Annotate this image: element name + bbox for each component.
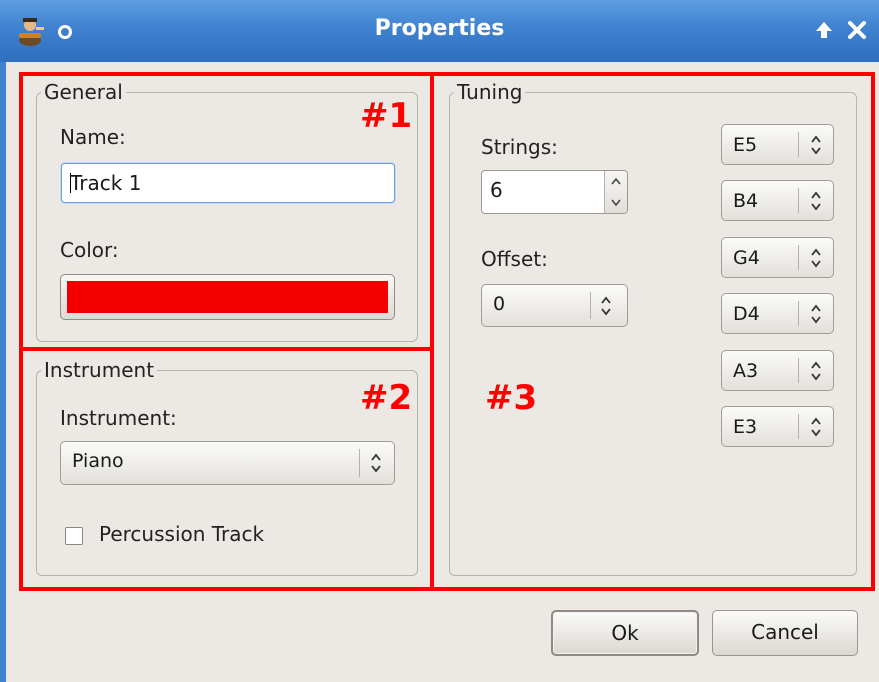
up-arrow-icon[interactable] <box>815 20 833 40</box>
annotation-box-3 <box>430 72 875 591</box>
window-border <box>0 62 6 682</box>
window-title: Properties <box>374 16 505 41</box>
title-bar: Properties <box>0 0 879 62</box>
annotation-label-3: #3 <box>485 378 538 418</box>
close-icon[interactable] <box>848 21 866 39</box>
cancel-button[interactable]: Cancel <box>712 610 858 656</box>
annotation-label-1: #1 <box>360 96 413 136</box>
ok-button[interactable]: Ok <box>551 610 699 656</box>
annotation-label-2: #2 <box>360 378 413 418</box>
